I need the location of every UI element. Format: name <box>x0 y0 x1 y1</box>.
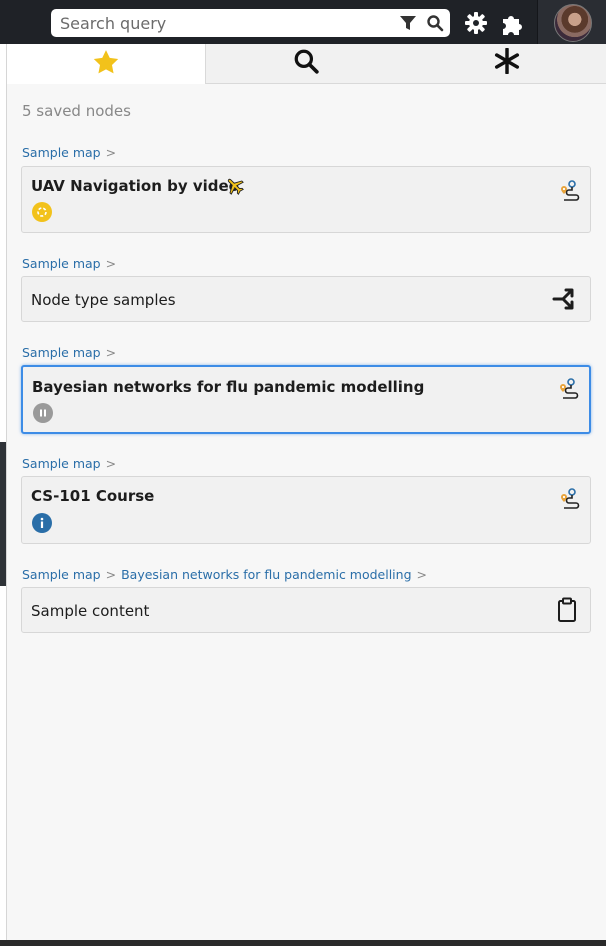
search-box <box>51 9 450 37</box>
puzzle-icon[interactable] <box>499 9 527 37</box>
saved-node-card[interactable]: CS-101 Course <box>21 476 591 544</box>
top-bar <box>0 0 606 44</box>
avatar[interactable] <box>554 4 592 42</box>
node-title: UAV Navigation by video <box>31 177 239 195</box>
tab-all[interactable] <box>407 44 606 83</box>
node-title: Sample content <box>31 602 150 620</box>
breadcrumb: Sample map > <box>22 456 121 471</box>
search-input[interactable] <box>60 9 380 37</box>
settings-gear-icon[interactable] <box>463 10 489 36</box>
user-menu[interactable] <box>537 0 606 44</box>
node-title: Bayesian networks for flu pandemic model… <box>32 378 425 396</box>
map-route-icon <box>556 487 580 516</box>
breadcrumb-separator: > <box>416 567 427 582</box>
star-icon <box>92 49 120 80</box>
breadcrumb-link[interactable]: Sample map <box>22 567 101 582</box>
map-route-icon <box>555 377 579 406</box>
breadcrumb-separator: > <box>105 456 117 471</box>
clipboard-icon <box>557 597 577 628</box>
tab-favorites[interactable] <box>7 44 206 84</box>
breadcrumb-link[interactable]: Sample map <box>22 145 101 160</box>
breadcrumb-link[interactable]: Sample map <box>22 456 101 471</box>
breadcrumb: Sample map > <box>22 345 121 360</box>
breadcrumb: Sample map > <box>22 256 121 271</box>
node-title: CS-101 Course <box>31 487 155 505</box>
yellow-dot-icon <box>32 202 52 222</box>
saved-node-card[interactable]: Bayesian networks for flu pandemic model… <box>21 365 591 434</box>
breadcrumb-link[interactable]: Bayesian networks for flu pandemic model… <box>121 567 411 582</box>
bottom-edge <box>0 940 606 946</box>
breadcrumb-link[interactable]: Sample map <box>22 345 101 360</box>
breadcrumb-separator: > <box>105 145 117 160</box>
breadcrumb-separator: > <box>105 256 117 271</box>
info-icon <box>32 513 52 533</box>
breadcrumb: Sample map > <box>22 145 121 160</box>
search-icon[interactable] <box>425 14 445 32</box>
breadcrumb-separator: > <box>105 567 117 582</box>
tab-bar <box>7 44 606 84</box>
tab-search[interactable] <box>206 44 406 83</box>
search-icon <box>293 48 319 79</box>
merge-arrows-icon <box>552 285 580 318</box>
pause-icon <box>33 403 53 423</box>
favorites-panel: 5 saved nodes Sample map > UAV Navigation… <box>6 44 606 940</box>
saved-count: 5 saved nodes <box>22 102 131 120</box>
breadcrumb-link[interactable]: Sample map <box>22 256 101 271</box>
breadcrumb: Sample map > Bayesian networks for flu pan… <box>22 567 432 582</box>
breadcrumb-separator: > <box>105 345 117 360</box>
filter-icon[interactable] <box>398 14 418 32</box>
airplane-icon <box>225 176 245 201</box>
saved-node-card[interactable]: UAV Navigation by video <box>21 166 591 233</box>
node-title: Node type samples <box>31 291 176 309</box>
saved-node-card[interactable]: Sample content <box>21 587 591 633</box>
saved-node-card[interactable]: Node type samples <box>21 276 591 322</box>
asterisk-icon <box>494 47 520 79</box>
map-route-icon <box>556 179 580 208</box>
